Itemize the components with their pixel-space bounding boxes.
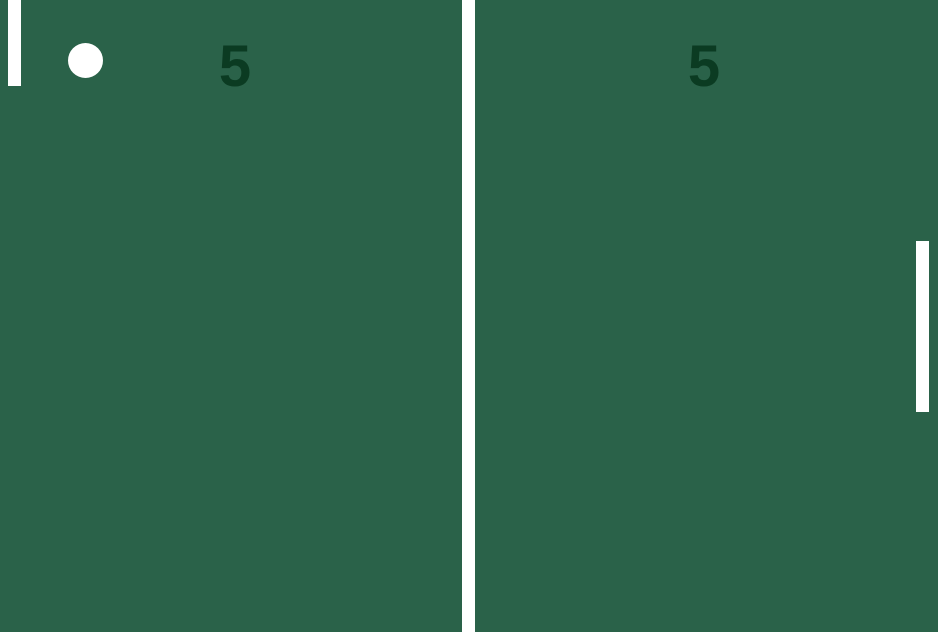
pong-game[interactable]: 5 5 <box>0 0 938 635</box>
left-player-score: 5 <box>218 34 252 99</box>
center-net <box>462 0 475 635</box>
left-paddle[interactable] <box>8 0 21 86</box>
right-player-score: 5 <box>687 34 721 99</box>
ball <box>68 43 103 78</box>
right-paddle[interactable] <box>916 241 929 412</box>
